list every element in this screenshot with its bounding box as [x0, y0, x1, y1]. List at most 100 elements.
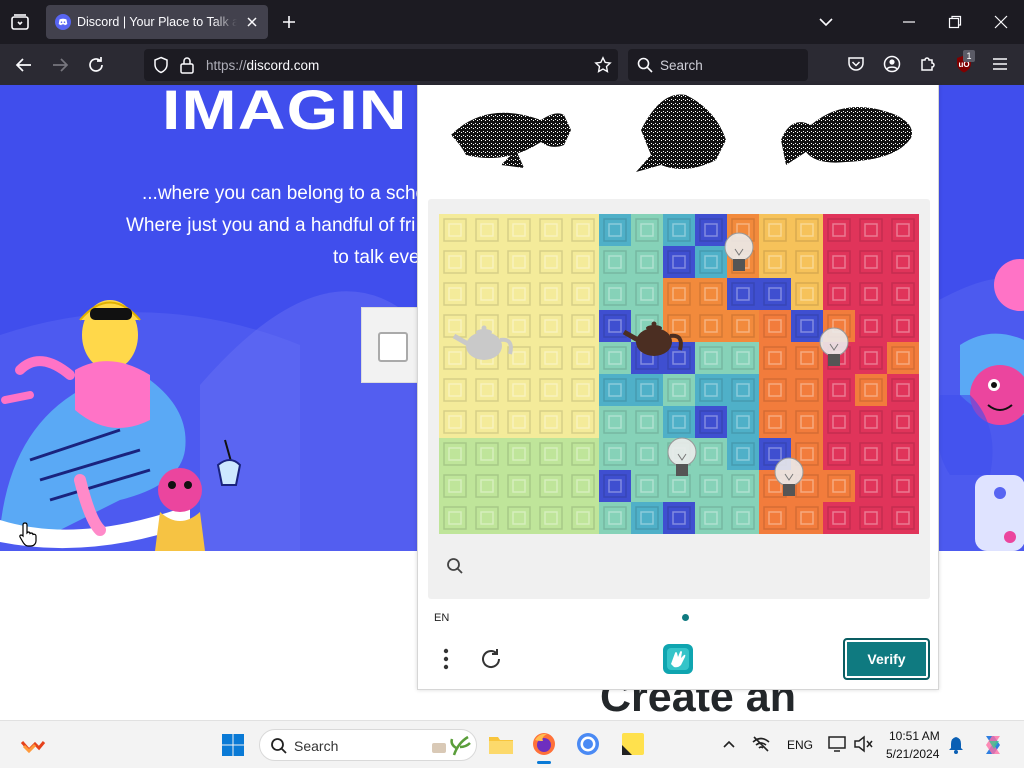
- start-windows-icon[interactable]: [221, 733, 245, 757]
- url-scheme: https://: [206, 58, 247, 73]
- challenge-tile: [727, 406, 759, 438]
- challenge-tile: [503, 310, 535, 342]
- menu-hamburger-icon[interactable]: [991, 56, 1009, 72]
- clock-time[interactable]: 10:51 AM: [889, 729, 940, 743]
- challenge-tile: [599, 406, 631, 438]
- challenge-tile: [887, 246, 919, 278]
- challenge-tile: [567, 470, 599, 502]
- challenge-tile: [471, 214, 503, 246]
- close-window-icon[interactable]: [994, 15, 1008, 29]
- display-settings-icon[interactable]: [827, 735, 847, 753]
- browser-search-bar[interactable]: Search: [628, 49, 808, 81]
- challenge-tile: [599, 374, 631, 406]
- more-options-icon[interactable]: [442, 647, 450, 671]
- bookmark-star-icon[interactable]: [594, 56, 612, 74]
- hero-headline: IMAGIN: [162, 85, 408, 141]
- challenge-tile: [567, 502, 599, 534]
- tracking-protection-shield-icon[interactable]: [152, 56, 170, 74]
- hero-tagline-line-1: ...where you can belong to a scho: [142, 183, 427, 204]
- challenge-tile: [631, 470, 663, 502]
- challenge-tile: [471, 406, 503, 438]
- challenge-tile: [759, 214, 791, 246]
- input-language-indicator[interactable]: ENG: [787, 738, 813, 752]
- hero-tagline-line-2: Where just you and a handful of fri: [126, 215, 416, 236]
- firefox-taskbar-icon[interactable]: [531, 731, 557, 764]
- challenge-tile: [855, 214, 887, 246]
- search-icon: [270, 737, 288, 755]
- refresh-challenge-icon[interactable]: [479, 647, 503, 671]
- extension-badge: 1: [963, 50, 975, 62]
- zoom-magnifier-icon[interactable]: [446, 557, 464, 575]
- challenge-tile: [503, 502, 535, 534]
- challenge-tile: [503, 214, 535, 246]
- challenge-tile: [759, 246, 791, 278]
- browser-tab-discord[interactable]: Discord | Your Place to Talk and Hang Ou…: [46, 5, 268, 39]
- widgets-icon[interactable]: [20, 734, 46, 756]
- challenge-tile: [823, 406, 855, 438]
- challenge-tile: [727, 310, 759, 342]
- challenge-tile: [855, 438, 887, 470]
- minimize-window-icon[interactable]: [902, 15, 916, 29]
- challenge-tile: [759, 278, 791, 310]
- challenge-tile: [823, 470, 855, 502]
- account-icon[interactable]: [883, 55, 901, 73]
- challenge-tile: [567, 310, 599, 342]
- extensions-puzzle-icon[interactable]: [919, 55, 937, 73]
- sticky-notes-icon[interactable]: [621, 732, 645, 758]
- lock-icon[interactable]: [179, 56, 195, 74]
- chevron-down-icon[interactable]: [818, 15, 834, 29]
- copilot-icon[interactable]: [980, 732, 1006, 758]
- challenge-tile: [855, 406, 887, 438]
- language-selector[interactable]: EN: [434, 612, 449, 624]
- challenge-tile: [887, 278, 919, 310]
- taskbar-search-placeholder: Search: [294, 738, 339, 754]
- challenge-tile: [631, 438, 663, 470]
- challenge-tile: [631, 406, 663, 438]
- file-explorer-icon[interactable]: [488, 733, 514, 755]
- challenge-tile: [695, 214, 727, 246]
- challenge-tile: [823, 502, 855, 534]
- challenge-tile: [791, 310, 823, 342]
- new-tab-icon[interactable]: [281, 14, 297, 30]
- ublock-extension-icon[interactable]: uO 1: [954, 50, 975, 74]
- notifications-bell-icon[interactable]: [948, 736, 964, 754]
- clock-date[interactable]: 5/21/2024: [886, 747, 939, 761]
- forward-arrow-icon[interactable]: [50, 55, 70, 75]
- challenge-tile: [439, 374, 471, 406]
- example-image-fish-3: [781, 107, 912, 165]
- verify-button[interactable]: Verify: [843, 638, 930, 680]
- challenge-tile: [855, 246, 887, 278]
- chrome-taskbar-icon[interactable]: [576, 732, 600, 756]
- challenge-tile: [535, 374, 567, 406]
- reload-icon[interactable]: [86, 55, 106, 75]
- challenge-tile: [663, 246, 695, 278]
- url-host: discord.com: [246, 58, 320, 73]
- challenge-tile: [631, 374, 663, 406]
- challenge-tile: [567, 246, 599, 278]
- taskbar-search-box[interactable]: Search: [259, 729, 477, 761]
- address-bar[interactable]: https://discord.com: [144, 49, 618, 81]
- challenge-tile: [535, 310, 567, 342]
- show-hidden-icons-chevron-icon[interactable]: [722, 738, 736, 750]
- network-disconnected-icon[interactable]: [751, 735, 771, 753]
- challenge-image-canvas[interactable]: [439, 214, 919, 534]
- challenge-tile: [471, 374, 503, 406]
- challenge-tile: [631, 214, 663, 246]
- challenge-tile: [599, 214, 631, 246]
- volume-muted-icon[interactable]: [853, 735, 873, 753]
- challenge-tile: [439, 246, 471, 278]
- hero-illustration-right: [936, 259, 1024, 551]
- pocket-icon[interactable]: [847, 55, 865, 73]
- close-tab-icon[interactable]: [245, 15, 259, 29]
- challenge-tile: [599, 438, 631, 470]
- tab-list-icon[interactable]: [10, 12, 30, 32]
- challenge-tile: [791, 502, 823, 534]
- challenge-tile: [535, 470, 567, 502]
- challenge-tile: [791, 406, 823, 438]
- back-arrow-icon[interactable]: [14, 55, 34, 75]
- challenge-tile: [823, 246, 855, 278]
- restore-window-icon[interactable]: [948, 15, 962, 29]
- challenge-tile: [599, 502, 631, 534]
- challenge-tile: [855, 310, 887, 342]
- hcaptcha-checkbox[interactable]: [378, 332, 408, 362]
